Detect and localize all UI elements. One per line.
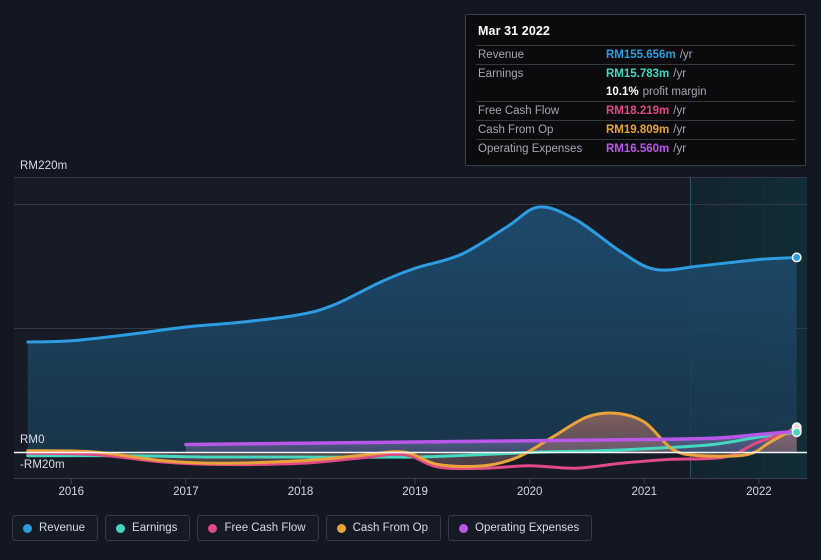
legend-color-dot-icon <box>23 523 32 533</box>
tooltip-row-value: RM19.809m <box>606 124 670 136</box>
tooltip-row-label: Cash From Op <box>478 124 554 136</box>
legend-color-dot-icon <box>336 523 346 533</box>
legend-color-dot-icon <box>116 523 126 533</box>
x-axis-tick-2020: 2020 <box>516 486 543 498</box>
tooltip-row-value: RM16.560m <box>606 143 670 155</box>
tooltip-profit-margin-row: 10.1% profit margin <box>476 83 795 101</box>
tooltip-row-label: Free Cash Flow <box>478 105 560 117</box>
tooltip-row: Earnings RM15.783m/yr <box>476 64 795 83</box>
tooltip-row-label: Operating Expenses <box>478 143 583 155</box>
chart-legend: Revenue Earnings Free Cash Flow Cash From O… <box>12 515 593 541</box>
tooltip-profit-margin-value: 10.1% <box>606 86 639 98</box>
tooltip-row-unit: /yr <box>679 49 693 61</box>
x-axis-tick-2018: 2018 <box>287 486 314 498</box>
tooltip-row-value: RM155.656m <box>606 49 676 61</box>
tooltip-profit-margin-label: profit margin <box>642 86 707 98</box>
legend-item-label: Earnings <box>132 522 178 534</box>
tooltip-row-unit: /yr <box>673 105 687 117</box>
legend-item-label: Cash From Op <box>352 522 429 534</box>
x-axis-tick-2022: 2022 <box>746 486 772 498</box>
tooltip-row-label: Revenue <box>478 49 525 61</box>
x-axis-tick-2016: 2016 <box>58 486 85 498</box>
tooltip-date: Mar 31 2022 <box>478 24 550 38</box>
legend-item-label: Operating Expenses <box>475 522 580 534</box>
x-axis-tick-2021: 2021 <box>631 486 658 498</box>
legend-item-operating-expenses[interactable]: Operating Expenses <box>448 515 593 541</box>
legend-item-label: Revenue <box>39 522 86 534</box>
tooltip-row: Operating Expenses RM16.560m/yr <box>476 139 795 158</box>
legend-color-dot-icon <box>459 523 469 533</box>
legend-item-label: Free Cash Flow <box>224 522 306 534</box>
tooltip-row: Cash From Op RM19.809m/yr <box>476 120 795 139</box>
financial-chart-widget: RM220m RM0 -RM20m 2016 2017 2018 2019 2020 20… <box>0 0 821 560</box>
x-axis-tick-2019: 2019 <box>402 486 428 498</box>
tooltip-row-label: Earnings <box>478 68 524 80</box>
tooltip-row-value: RM18.219m <box>606 105 670 117</box>
chart-tooltip: Mar 31 2022 Revenue RM155.656m/yr Earnings… <box>465 14 806 166</box>
tooltip-row-unit: /yr <box>673 143 687 155</box>
tooltip-rows: Revenue RM155.656m/yr Earnings RM15.783m/yr… <box>476 45 795 158</box>
tooltip-row: Revenue RM155.656m/yr <box>476 45 795 64</box>
endpoint-marker[interactable] <box>791 427 802 438</box>
legend-item-free-cash-flow[interactable]: Free Cash Flow <box>197 515 319 541</box>
legend-item-earnings[interactable]: Earnings <box>105 515 191 541</box>
tooltip-row: Free Cash Flow RM18.219m/yr <box>476 101 795 120</box>
legend-item-revenue[interactable]: Revenue <box>12 515 99 541</box>
endpoint-marker[interactable] <box>791 252 802 263</box>
tooltip-row-value: RM15.783m <box>606 68 670 80</box>
legend-item-cash-from-op[interactable]: Cash From Op <box>325 515 442 541</box>
tooltip-row-unit: /yr <box>673 124 687 136</box>
tooltip-row-unit: /yr <box>673 68 687 80</box>
x-axis-tick-2017: 2017 <box>173 486 199 498</box>
legend-color-dot-icon <box>208 523 218 533</box>
